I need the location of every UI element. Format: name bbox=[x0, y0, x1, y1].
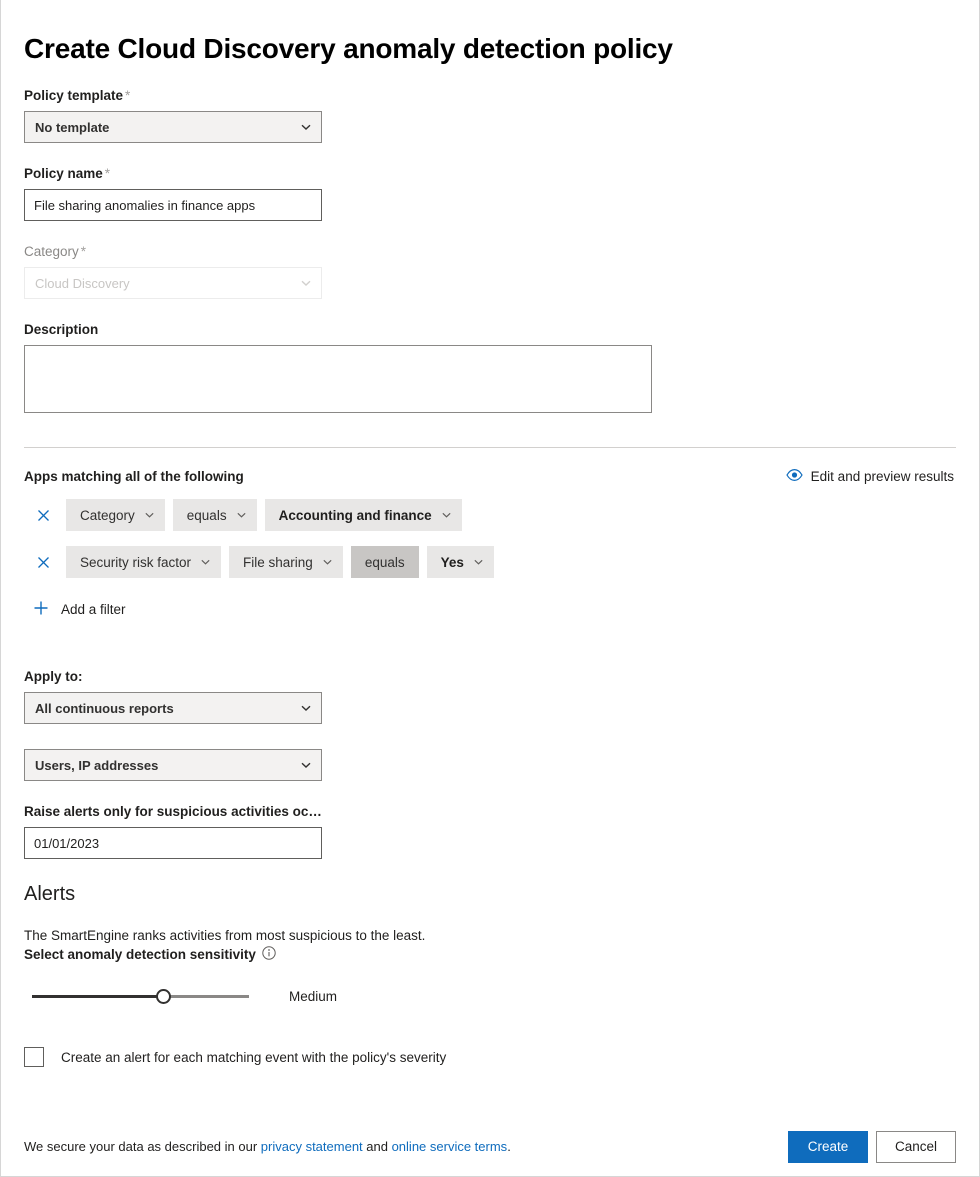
chevron-down-icon bbox=[200, 557, 211, 568]
policy-template-select[interactable]: No template bbox=[24, 111, 322, 143]
filter-row: Security risk factor File sharing equals… bbox=[24, 546, 956, 578]
filter-rows: Category equals Accounting and finance bbox=[24, 499, 956, 578]
chevron-down-icon bbox=[441, 510, 452, 521]
add-filter-label: Add a filter bbox=[61, 602, 126, 617]
chevron-down-icon bbox=[144, 510, 155, 521]
create-button[interactable]: Create bbox=[788, 1131, 868, 1163]
footer-bar: We secure your data as described in our … bbox=[1, 1117, 979, 1176]
policy-name-label-text: Policy name bbox=[24, 166, 103, 181]
slider-fill bbox=[32, 995, 164, 998]
required-asterisk: * bbox=[81, 244, 86, 259]
apply-to-scope-value: Users, IP addresses bbox=[35, 758, 158, 773]
privacy-statement-link[interactable]: privacy statement bbox=[261, 1139, 363, 1154]
plus-icon bbox=[33, 600, 49, 619]
filter-value-chip[interactable]: Accounting and finance bbox=[265, 499, 462, 531]
policy-name-input[interactable] bbox=[24, 189, 322, 221]
privacy-notice-text-before: We secure your data as described in our bbox=[24, 1139, 261, 1154]
apply-to-reports-select[interactable]: All continuous reports bbox=[24, 692, 322, 724]
filter-field-label: Category bbox=[80, 508, 135, 523]
edit-preview-results-link[interactable]: Edit and preview results bbox=[786, 469, 954, 484]
online-service-terms-link[interactable]: online service terms bbox=[392, 1139, 508, 1154]
chevron-down-icon bbox=[236, 510, 247, 521]
policy-template-label: Policy template* bbox=[24, 88, 956, 104]
sensitivity-slider[interactable] bbox=[24, 987, 249, 1005]
sensitivity-label-text: Select anomaly detection sensitivity bbox=[24, 947, 256, 962]
raise-alerts-date-input[interactable] bbox=[24, 827, 322, 859]
filter-subfield-chip[interactable]: File sharing bbox=[229, 546, 343, 578]
filters-header: Apps matching all of the following Edit … bbox=[24, 469, 956, 484]
category-label-text: Category bbox=[24, 244, 79, 259]
create-alert-per-event-label: Create an alert for each matching event … bbox=[61, 1050, 446, 1065]
category-select: Cloud Discovery bbox=[24, 267, 322, 299]
filter-operator-chip[interactable]: equals bbox=[173, 499, 257, 531]
chevron-down-icon bbox=[322, 557, 333, 568]
description-label-text: Description bbox=[24, 322, 98, 337]
policy-template-label-text: Policy template bbox=[24, 88, 123, 103]
slider-thumb[interactable] bbox=[156, 989, 171, 1004]
policy-name-label: Policy name* bbox=[24, 166, 956, 182]
info-icon[interactable] bbox=[262, 946, 276, 963]
chevron-down-icon bbox=[300, 702, 312, 714]
close-icon[interactable] bbox=[34, 506, 52, 524]
filter-row: Category equals Accounting and finance bbox=[24, 499, 956, 531]
privacy-notice-text-middle: and bbox=[363, 1139, 392, 1154]
description-textarea[interactable] bbox=[24, 345, 652, 413]
sensitivity-label: Select anomaly detection sensitivity bbox=[24, 946, 956, 963]
close-icon[interactable] bbox=[34, 553, 52, 571]
create-alert-per-event-checkbox[interactable] bbox=[24, 1047, 44, 1067]
sensitivity-slider-row: Medium bbox=[24, 987, 956, 1005]
filter-operator-label: equals bbox=[187, 508, 227, 523]
required-asterisk: * bbox=[105, 166, 110, 181]
apply-to-label: Apply to: bbox=[24, 669, 956, 685]
chevron-down-icon bbox=[300, 277, 312, 289]
filters-title: Apps matching all of the following bbox=[24, 469, 244, 484]
privacy-notice: We secure your data as described in our … bbox=[24, 1139, 511, 1154]
section-divider bbox=[24, 447, 956, 448]
alerts-heading: Alerts bbox=[24, 883, 956, 906]
filter-value-label: Accounting and finance bbox=[279, 508, 432, 523]
policy-template-value: No template bbox=[35, 120, 109, 135]
filter-field-label: Security risk factor bbox=[80, 555, 191, 570]
eye-icon bbox=[786, 469, 803, 484]
create-policy-panel: Create Cloud Discovery anomaly detection… bbox=[0, 0, 980, 1177]
raise-alerts-date-label: Raise alerts only for suspicious activit… bbox=[24, 804, 322, 820]
category-value: Cloud Discovery bbox=[35, 276, 130, 291]
create-alert-per-event-row[interactable]: Create an alert for each matching event … bbox=[24, 1047, 956, 1067]
apply-to-scope-select[interactable]: Users, IP addresses bbox=[24, 749, 322, 781]
page-title: Create Cloud Discovery anomaly detection… bbox=[24, 0, 956, 65]
apply-to-reports-value: All continuous reports bbox=[35, 701, 174, 716]
sensitivity-value: Medium bbox=[289, 989, 337, 1004]
description-label: Description bbox=[24, 322, 956, 338]
edit-preview-results-label: Edit and preview results bbox=[811, 469, 954, 484]
filter-operator-chip: equals bbox=[351, 546, 419, 578]
required-asterisk: * bbox=[125, 88, 130, 103]
chevron-down-icon bbox=[473, 557, 484, 568]
cancel-button[interactable]: Cancel bbox=[876, 1131, 956, 1163]
chevron-down-icon bbox=[300, 759, 312, 771]
privacy-notice-text-after: . bbox=[507, 1139, 511, 1154]
filter-field-chip[interactable]: Category bbox=[66, 499, 165, 531]
alerts-description: The SmartEngine ranks activities from mo… bbox=[24, 926, 956, 945]
filter-subfield-label: File sharing bbox=[243, 555, 313, 570]
filter-operator-label: equals bbox=[365, 555, 405, 570]
filter-field-chip[interactable]: Security risk factor bbox=[66, 546, 221, 578]
filter-value-label: Yes bbox=[441, 555, 464, 570]
chevron-down-icon bbox=[300, 121, 312, 133]
filter-value-chip[interactable]: Yes bbox=[427, 546, 494, 578]
footer-buttons: Create Cancel bbox=[788, 1131, 956, 1163]
category-label: Category* bbox=[24, 244, 956, 260]
add-filter-button[interactable]: Add a filter bbox=[24, 600, 173, 619]
